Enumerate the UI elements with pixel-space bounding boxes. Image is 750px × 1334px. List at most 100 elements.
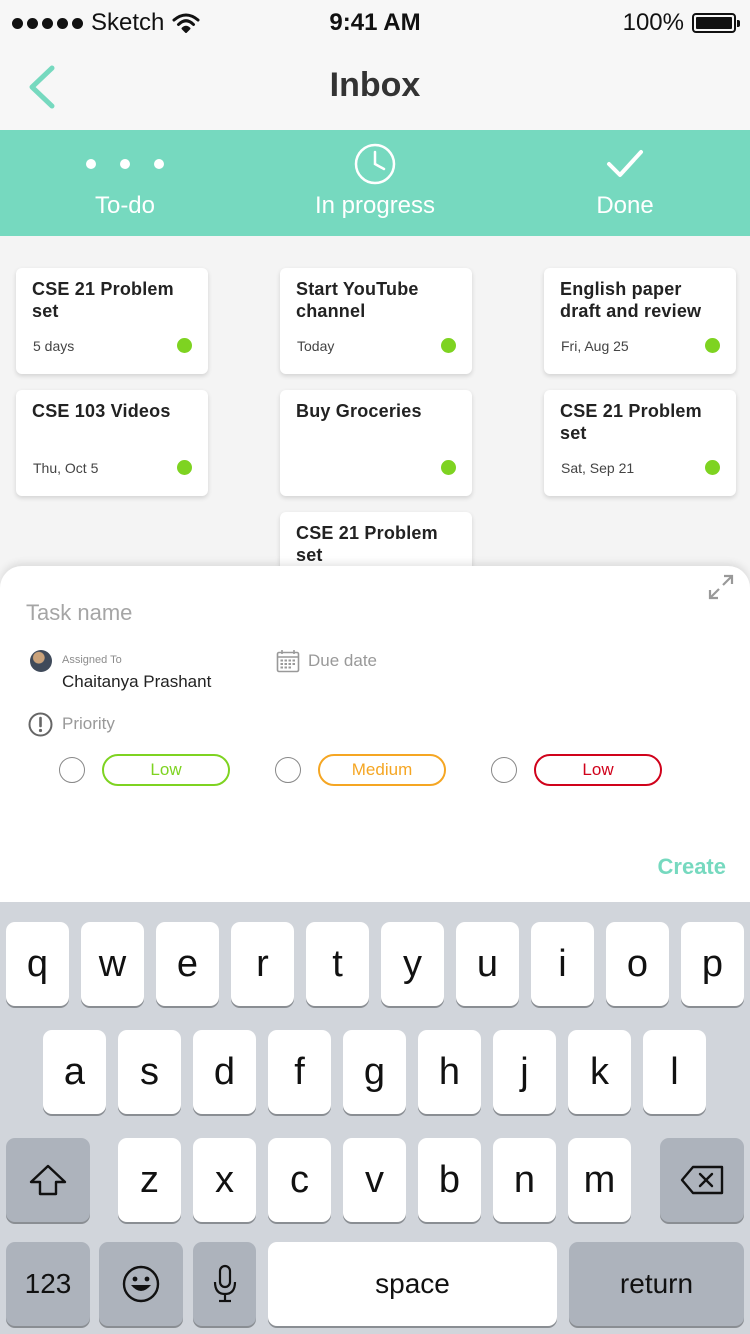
task-date: Today bbox=[297, 338, 335, 354]
task-date: Thu, Oct 5 bbox=[33, 460, 99, 476]
status-dot bbox=[177, 460, 192, 475]
key-p[interactable]: p bbox=[681, 922, 744, 1006]
task-title: CSE 103 Videos bbox=[32, 401, 171, 421]
key-n[interactable]: n bbox=[493, 1138, 556, 1222]
due-date-field[interactable]: Due date bbox=[276, 648, 377, 674]
task-card[interactable]: Buy Groceries bbox=[280, 390, 472, 496]
key-m[interactable]: m bbox=[568, 1138, 631, 1222]
task-title: Start YouTube channel bbox=[296, 279, 419, 321]
key-f[interactable]: f bbox=[268, 1030, 331, 1114]
priority-pill[interactable]: Low bbox=[534, 754, 662, 786]
key-h[interactable]: h bbox=[418, 1030, 481, 1114]
battery-icon bbox=[692, 13, 740, 33]
key-w[interactable]: w bbox=[81, 922, 144, 1006]
status-dot bbox=[441, 338, 456, 353]
battery-percent: 100% bbox=[622, 9, 684, 36]
status-dot bbox=[705, 460, 720, 475]
task-card[interactable]: CSE 21 Problem set 5 days bbox=[16, 268, 208, 374]
priority-radio[interactable] bbox=[275, 757, 301, 783]
emoji-icon bbox=[122, 1265, 160, 1303]
task-card[interactable]: English paper draft and review Fri, Aug … bbox=[544, 268, 736, 374]
backspace-key[interactable] bbox=[660, 1138, 744, 1222]
due-date-label: Due date bbox=[308, 651, 377, 670]
task-title: CSE 21 Problem set bbox=[560, 401, 702, 443]
status-dot bbox=[441, 460, 456, 475]
task-date: Fri, Aug 25 bbox=[561, 338, 629, 354]
priority-pill[interactable]: Medium bbox=[318, 754, 446, 786]
key-v[interactable]: v bbox=[343, 1138, 406, 1222]
backspace-icon bbox=[680, 1165, 724, 1195]
task-date: Sat, Sep 21 bbox=[561, 460, 635, 476]
battery-status: 100% bbox=[622, 9, 740, 37]
priority-label: Priority bbox=[62, 714, 115, 733]
priority-option-medium: Medium bbox=[275, 754, 446, 786]
space-key[interactable]: space bbox=[268, 1242, 557, 1326]
key-e[interactable]: e bbox=[156, 922, 219, 1006]
key-g[interactable]: g bbox=[343, 1030, 406, 1114]
assigned-to-label: Assigned To bbox=[62, 654, 122, 666]
task-board: CSE 21 Problem set 5 days CSE 103 Videos… bbox=[0, 236, 750, 576]
tab-label: To-do bbox=[94, 192, 156, 219]
task-card[interactable]: CSE 103 Videos Thu, Oct 5 bbox=[16, 390, 208, 496]
numbers-key[interactable]: 123 bbox=[6, 1242, 90, 1326]
priority-radio[interactable] bbox=[491, 757, 517, 783]
key-z[interactable]: z bbox=[118, 1138, 181, 1222]
calendar-icon bbox=[276, 650, 300, 673]
key-b[interactable]: b bbox=[418, 1138, 481, 1222]
priority-section: Priority bbox=[28, 711, 115, 737]
key-c[interactable]: c bbox=[268, 1138, 331, 1222]
page-title: Inbox bbox=[329, 66, 421, 104]
task-title: CSE 21 Problem set bbox=[32, 279, 174, 321]
create-button[interactable]: Create bbox=[658, 854, 726, 880]
key-x[interactable]: x bbox=[193, 1138, 256, 1222]
alert-icon bbox=[28, 712, 53, 736]
assignee-name: Chaitanya Prashant bbox=[62, 672, 212, 691]
tab-label: In progress bbox=[314, 192, 436, 219]
tab-label: Done bbox=[596, 192, 654, 219]
dots-icon bbox=[86, 159, 164, 169]
new-task-sheet: Assigned To Chaitanya Prashant Due date … bbox=[0, 566, 750, 902]
shift-key[interactable] bbox=[6, 1138, 90, 1222]
key-s[interactable]: s bbox=[118, 1030, 181, 1114]
clock-icon bbox=[354, 143, 396, 185]
nav-bar: Inbox bbox=[0, 44, 750, 130]
checkmark-icon bbox=[607, 150, 643, 177]
priority-pill[interactable]: Low bbox=[102, 754, 230, 786]
task-date: 5 days bbox=[33, 338, 75, 354]
task-title: English paper draft and review bbox=[560, 279, 702, 321]
status-tabs: To-do In progress Done bbox=[0, 130, 750, 236]
key-y[interactable]: y bbox=[381, 922, 444, 1006]
tab-done[interactable]: Done bbox=[500, 130, 750, 236]
return-key[interactable]: return bbox=[569, 1242, 744, 1326]
priority-option-low: Low bbox=[59, 754, 230, 786]
key-q[interactable]: q bbox=[6, 922, 69, 1006]
tab-in-progress[interactable]: In progress bbox=[250, 130, 500, 236]
tab-todo[interactable]: To-do bbox=[0, 130, 250, 236]
shift-icon bbox=[29, 1164, 67, 1196]
key-t[interactable]: t bbox=[306, 922, 369, 1006]
key-a[interactable]: a bbox=[43, 1030, 106, 1114]
key-o[interactable]: o bbox=[606, 922, 669, 1006]
dictation-key[interactable] bbox=[193, 1242, 256, 1326]
key-i[interactable]: i bbox=[531, 922, 594, 1006]
emoji-key[interactable] bbox=[99, 1242, 183, 1326]
avatar bbox=[30, 650, 52, 672]
status-dot bbox=[177, 338, 192, 353]
task-card[interactable]: CSE 21 Problem set Sat, Sep 21 bbox=[544, 390, 736, 496]
key-l[interactable]: l bbox=[643, 1030, 706, 1114]
key-d[interactable]: d bbox=[193, 1030, 256, 1114]
task-name-input[interactable] bbox=[26, 596, 626, 630]
status-bar: Sketch 9:41 AM 100% bbox=[0, 0, 750, 44]
expand-icon[interactable] bbox=[708, 574, 734, 600]
status-dot bbox=[705, 338, 720, 353]
priority-radio[interactable] bbox=[59, 757, 85, 783]
key-k[interactable]: k bbox=[568, 1030, 631, 1114]
key-j[interactable]: j bbox=[493, 1030, 556, 1114]
priority-option-high: Low bbox=[491, 754, 662, 786]
keyboard: q w e r t y u i o p a s d f g h j k l z … bbox=[0, 902, 750, 1334]
task-card[interactable]: Start YouTube channel Today bbox=[280, 268, 472, 374]
key-r[interactable]: r bbox=[231, 922, 294, 1006]
key-u[interactable]: u bbox=[456, 922, 519, 1006]
microphone-icon bbox=[213, 1264, 236, 1303]
task-title: CSE 21 Problem set bbox=[296, 523, 438, 565]
